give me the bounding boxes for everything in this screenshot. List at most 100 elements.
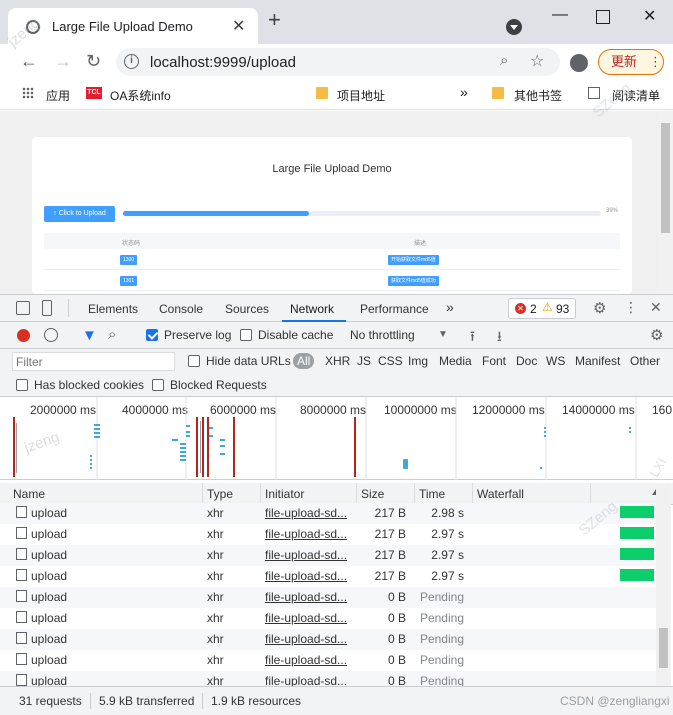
page-title: Large File Upload Demo bbox=[272, 163, 392, 175]
request-name: upload bbox=[31, 632, 68, 646]
device-toolbar-icon[interactable] bbox=[42, 300, 52, 316]
bookmark-other[interactable]: 其他书签 bbox=[514, 87, 562, 104]
chevron-down-icon: ▼ bbox=[438, 329, 448, 340]
update-button[interactable]: 更新 ⋮ bbox=[598, 49, 664, 75]
issues-counter[interactable]: ✕ 2 ⚠ 93 bbox=[508, 298, 576, 319]
table-row[interactable]: upload xhr file-upload-sd... 217 B 2.97 s bbox=[0, 524, 656, 545]
bookmark-star-icon[interactable]: ☆ bbox=[530, 51, 544, 71]
request-initiator[interactable]: file-upload-sd... bbox=[265, 590, 347, 604]
tab-network[interactable]: Network bbox=[290, 302, 334, 316]
table-row[interactable]: upload xhr file-upload-sd... 217 B 2.97 s bbox=[0, 566, 656, 587]
table-scroll-thumb[interactable] bbox=[659, 628, 668, 668]
file-icon bbox=[16, 527, 27, 539]
table-row[interactable]: upload xhr file-upload-sd... 217 B 2.97 s bbox=[0, 545, 656, 566]
table-row[interactable]: upload xhr file-upload-sd... 0 B Pending bbox=[0, 587, 656, 608]
column-size[interactable]: Size bbox=[361, 487, 384, 501]
table-row[interactable]: upload xhr file-upload-sd... 0 B Pending bbox=[0, 650, 656, 671]
network-settings-gear-icon[interactable]: ⚙ bbox=[650, 326, 663, 344]
request-name: upload bbox=[31, 569, 68, 583]
error-count: 2 bbox=[530, 302, 537, 316]
request-initiator[interactable]: file-upload-sd... bbox=[265, 653, 347, 667]
site-info-icon[interactable]: i bbox=[124, 54, 139, 69]
address-bar[interactable]: i localhost:9999/upload ⌕ ☆ bbox=[116, 48, 560, 76]
inspect-element-icon[interactable] bbox=[16, 301, 30, 315]
table-scrollbar[interactable] bbox=[656, 483, 671, 686]
status-table-header: 状态码 描述 bbox=[44, 233, 620, 249]
request-initiator[interactable]: file-upload-sd... bbox=[265, 569, 347, 583]
table-row[interactable]: upload xhr file-upload-sd... 0 B Pending bbox=[0, 629, 656, 650]
hide-data-urls-label: Hide data URLs bbox=[206, 354, 291, 368]
preserve-log-checkbox[interactable] bbox=[146, 329, 158, 341]
bookmark-oa[interactable]: OA系统info bbox=[110, 87, 171, 104]
request-initiator[interactable]: file-upload-sd... bbox=[265, 632, 347, 646]
import-har-icon[interactable]: ⭱ bbox=[470, 326, 475, 350]
filter-type-doc[interactable]: Doc bbox=[516, 354, 537, 368]
more-tabs-button[interactable]: » bbox=[446, 299, 454, 315]
column-waterfall[interactable]: Waterfall bbox=[477, 487, 524, 501]
blocked-requests-checkbox[interactable] bbox=[152, 379, 164, 391]
throttling-select[interactable]: No throttling bbox=[350, 328, 415, 342]
disable-cache-checkbox[interactable] bbox=[240, 329, 252, 341]
export-har-icon[interactable]: ⭳ bbox=[497, 326, 502, 350]
more-options-icon[interactable]: ⋮ bbox=[624, 299, 638, 316]
forward-icon[interactable]: → bbox=[54, 51, 72, 72]
filter-type-ws[interactable]: WS bbox=[546, 354, 565, 368]
request-initiator[interactable]: file-upload-sd... bbox=[265, 548, 347, 562]
table-row[interactable]: upload xhr file-upload-sd... 0 B Pending bbox=[0, 608, 656, 629]
request-type: xhr bbox=[207, 611, 224, 625]
request-initiator[interactable]: file-upload-sd... bbox=[265, 611, 347, 625]
bookmark-project[interactable]: 项目地址 bbox=[337, 87, 385, 104]
filter-type-media[interactable]: Media bbox=[439, 354, 472, 368]
filter-type-js[interactable]: JS bbox=[357, 354, 371, 368]
filter-funnel-icon[interactable]: ▼ bbox=[82, 327, 97, 344]
tab-search-icon[interactable] bbox=[506, 19, 522, 35]
file-icon bbox=[16, 569, 27, 581]
back-icon[interactable]: ← bbox=[20, 51, 38, 72]
maximize-button[interactable] bbox=[596, 10, 610, 24]
bookmarks-overflow[interactable]: » bbox=[460, 84, 468, 100]
filter-type-css[interactable]: CSS bbox=[378, 354, 403, 368]
tab-sources[interactable]: Sources bbox=[225, 302, 269, 316]
hide-data-urls-checkbox[interactable] bbox=[188, 355, 200, 367]
table-row[interactable]: upload xhr file-upload-sd... 217 B 2.98 s bbox=[0, 503, 656, 524]
tab-elements[interactable]: Elements bbox=[88, 302, 138, 316]
record-icon[interactable] bbox=[17, 329, 30, 342]
minimize-button[interactable]: — bbox=[552, 6, 568, 24]
filter-type-manifest[interactable]: Manifest bbox=[575, 354, 620, 368]
blocked-cookies-checkbox[interactable] bbox=[16, 379, 28, 391]
file-icon bbox=[16, 506, 27, 518]
divider bbox=[68, 299, 69, 317]
filter-type-font[interactable]: Font bbox=[482, 354, 506, 368]
column-initiator[interactable]: Initiator bbox=[265, 487, 304, 501]
page-scrollbar[interactable] bbox=[658, 111, 673, 294]
clear-icon[interactable] bbox=[44, 328, 58, 342]
bookmark-apps[interactable]: 应用 bbox=[46, 87, 70, 104]
request-time: Pending bbox=[419, 611, 464, 625]
browser-tab[interactable]: Large File Upload Demo ✕ bbox=[8, 8, 258, 44]
url-text[interactable]: localhost:9999/upload bbox=[150, 54, 296, 71]
search-icon[interactable]: ⌕ bbox=[500, 52, 508, 69]
close-tab-icon[interactable]: ✕ bbox=[232, 16, 245, 36]
close-devtools-icon[interactable]: ✕ bbox=[650, 299, 662, 316]
new-tab-button[interactable]: + bbox=[268, 9, 281, 31]
network-overview-timeline[interactable]: 2000000 ms 4000000 ms 6000000 ms 8000000… bbox=[0, 397, 673, 480]
page-scroll-thumb[interactable] bbox=[661, 123, 670, 233]
request-initiator[interactable]: file-upload-sd... bbox=[265, 527, 347, 541]
filter-type-other[interactable]: Other bbox=[630, 354, 660, 368]
settings-gear-icon[interactable]: ⚙ bbox=[593, 299, 606, 317]
tab-performance[interactable]: Performance bbox=[360, 302, 429, 316]
filter-type-img[interactable]: Img bbox=[408, 354, 428, 368]
reload-icon[interactable]: ↻ bbox=[86, 51, 101, 72]
upload-button[interactable]: ↑ Click to Upload bbox=[44, 206, 115, 222]
close-window-button[interactable]: ✕ bbox=[643, 6, 656, 26]
filter-input[interactable] bbox=[12, 352, 175, 371]
column-time[interactable]: Time bbox=[419, 487, 445, 501]
column-name[interactable]: Name bbox=[13, 487, 45, 501]
filter-type-all[interactable]: All bbox=[293, 353, 315, 369]
column-type[interactable]: Type bbox=[207, 487, 233, 501]
search-icon[interactable]: ⌕ bbox=[108, 326, 116, 343]
filter-type-xhr[interactable]: XHR bbox=[325, 354, 350, 368]
request-initiator[interactable]: file-upload-sd... bbox=[265, 506, 347, 520]
profile-avatar-icon[interactable] bbox=[570, 54, 588, 72]
tab-console[interactable]: Console bbox=[159, 302, 203, 316]
